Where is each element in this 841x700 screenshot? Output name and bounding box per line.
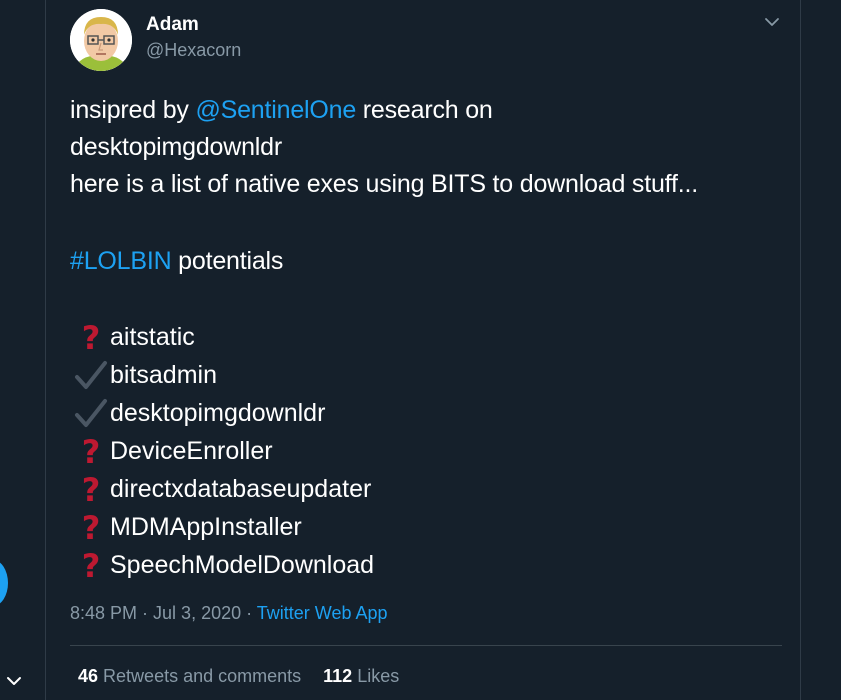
list-item: ? DeviceEnroller xyxy=(74,432,374,470)
list-item-label: DeviceEnroller xyxy=(110,436,273,465)
svg-text:?: ? xyxy=(82,434,101,468)
red-question-mark-icon: ? xyxy=(82,548,101,582)
red-question-mark-icon: ? xyxy=(82,510,101,544)
list-item-label: SpeechModelDownload xyxy=(110,550,375,579)
mention-link[interactable]: @SentinelOne xyxy=(195,96,356,124)
list-item: ? aitstatic xyxy=(74,318,374,356)
hashtag-link[interactable]: #LOLBIN xyxy=(70,247,172,275)
list-item: bitsadmin xyxy=(74,356,374,394)
tweet-view: Adam @Hexacorn insipred by @SentinelOne … xyxy=(0,0,841,700)
list-item-label: MDMAppInstaller xyxy=(110,512,302,541)
retweets-stat[interactable]: 46 Retweets and comments xyxy=(78,666,301,686)
compose-tweet-button[interactable] xyxy=(0,560,8,606)
tweet-line-1: insipred by @SentinelOne research on xyxy=(70,96,493,124)
red-question-mark-icon: ? xyxy=(82,434,101,468)
svg-text:?: ? xyxy=(82,472,101,506)
check-mark-icon xyxy=(75,361,107,389)
cartoon-face-avatar-icon xyxy=(70,9,132,71)
list-item-label: bitsadmin xyxy=(110,360,217,389)
list-item: ? SpeechModelDownload xyxy=(74,546,374,584)
divider xyxy=(70,645,782,646)
list-item: ? MDMAppInstaller xyxy=(74,508,374,546)
svg-text:?: ? xyxy=(82,548,101,582)
tweet-source-link[interactable]: Twitter Web App xyxy=(257,603,388,623)
chevron-down-icon[interactable] xyxy=(763,15,781,29)
display-name[interactable]: Adam xyxy=(146,14,199,36)
list-item-label: directxdatabaseupdater xyxy=(110,474,372,503)
user-handle[interactable]: @Hexacorn xyxy=(146,40,241,61)
tweet-line-3: here is a list of native exes using BITS… xyxy=(70,170,698,198)
tweet-line-hashtag: #LOLBIN potentials xyxy=(70,247,284,275)
list-item-label: desktopimgdownldr xyxy=(110,398,326,427)
svg-text:?: ? xyxy=(82,510,101,544)
tweet-time[interactable]: 8:48 PM xyxy=(70,603,137,623)
check-mark-icon xyxy=(75,399,107,427)
list-item: ? directxdatabaseupdater xyxy=(74,470,374,508)
tweet-stats: 46 Retweets and comments 112 Likes xyxy=(78,666,399,687)
exe-list: ? aitstatic bitsadmin desktopimgdownldr? Dev… xyxy=(74,318,374,584)
likes-stat[interactable]: 112 Likes xyxy=(323,666,399,686)
red-question-mark-icon: ? xyxy=(82,320,101,354)
red-question-mark-icon: ? xyxy=(82,472,101,506)
chevron-down-icon[interactable] xyxy=(6,674,22,688)
avatar[interactable] xyxy=(70,9,132,71)
list-item: desktopimgdownldr xyxy=(74,394,374,432)
timeline-left-border xyxy=(45,0,46,700)
tweet-line-2: desktopimgdownldr xyxy=(70,133,282,161)
tweet-date[interactable]: Jul 3, 2020 xyxy=(153,603,241,623)
tweet-meta: 8:48 PM · Jul 3, 2020 · Twitter Web App xyxy=(70,603,388,623)
list-item-label: aitstatic xyxy=(110,322,195,351)
timeline-right-border xyxy=(800,0,801,700)
tweet-text: insipred by @SentinelOne research on des… xyxy=(70,92,790,280)
svg-text:?: ? xyxy=(82,320,101,354)
